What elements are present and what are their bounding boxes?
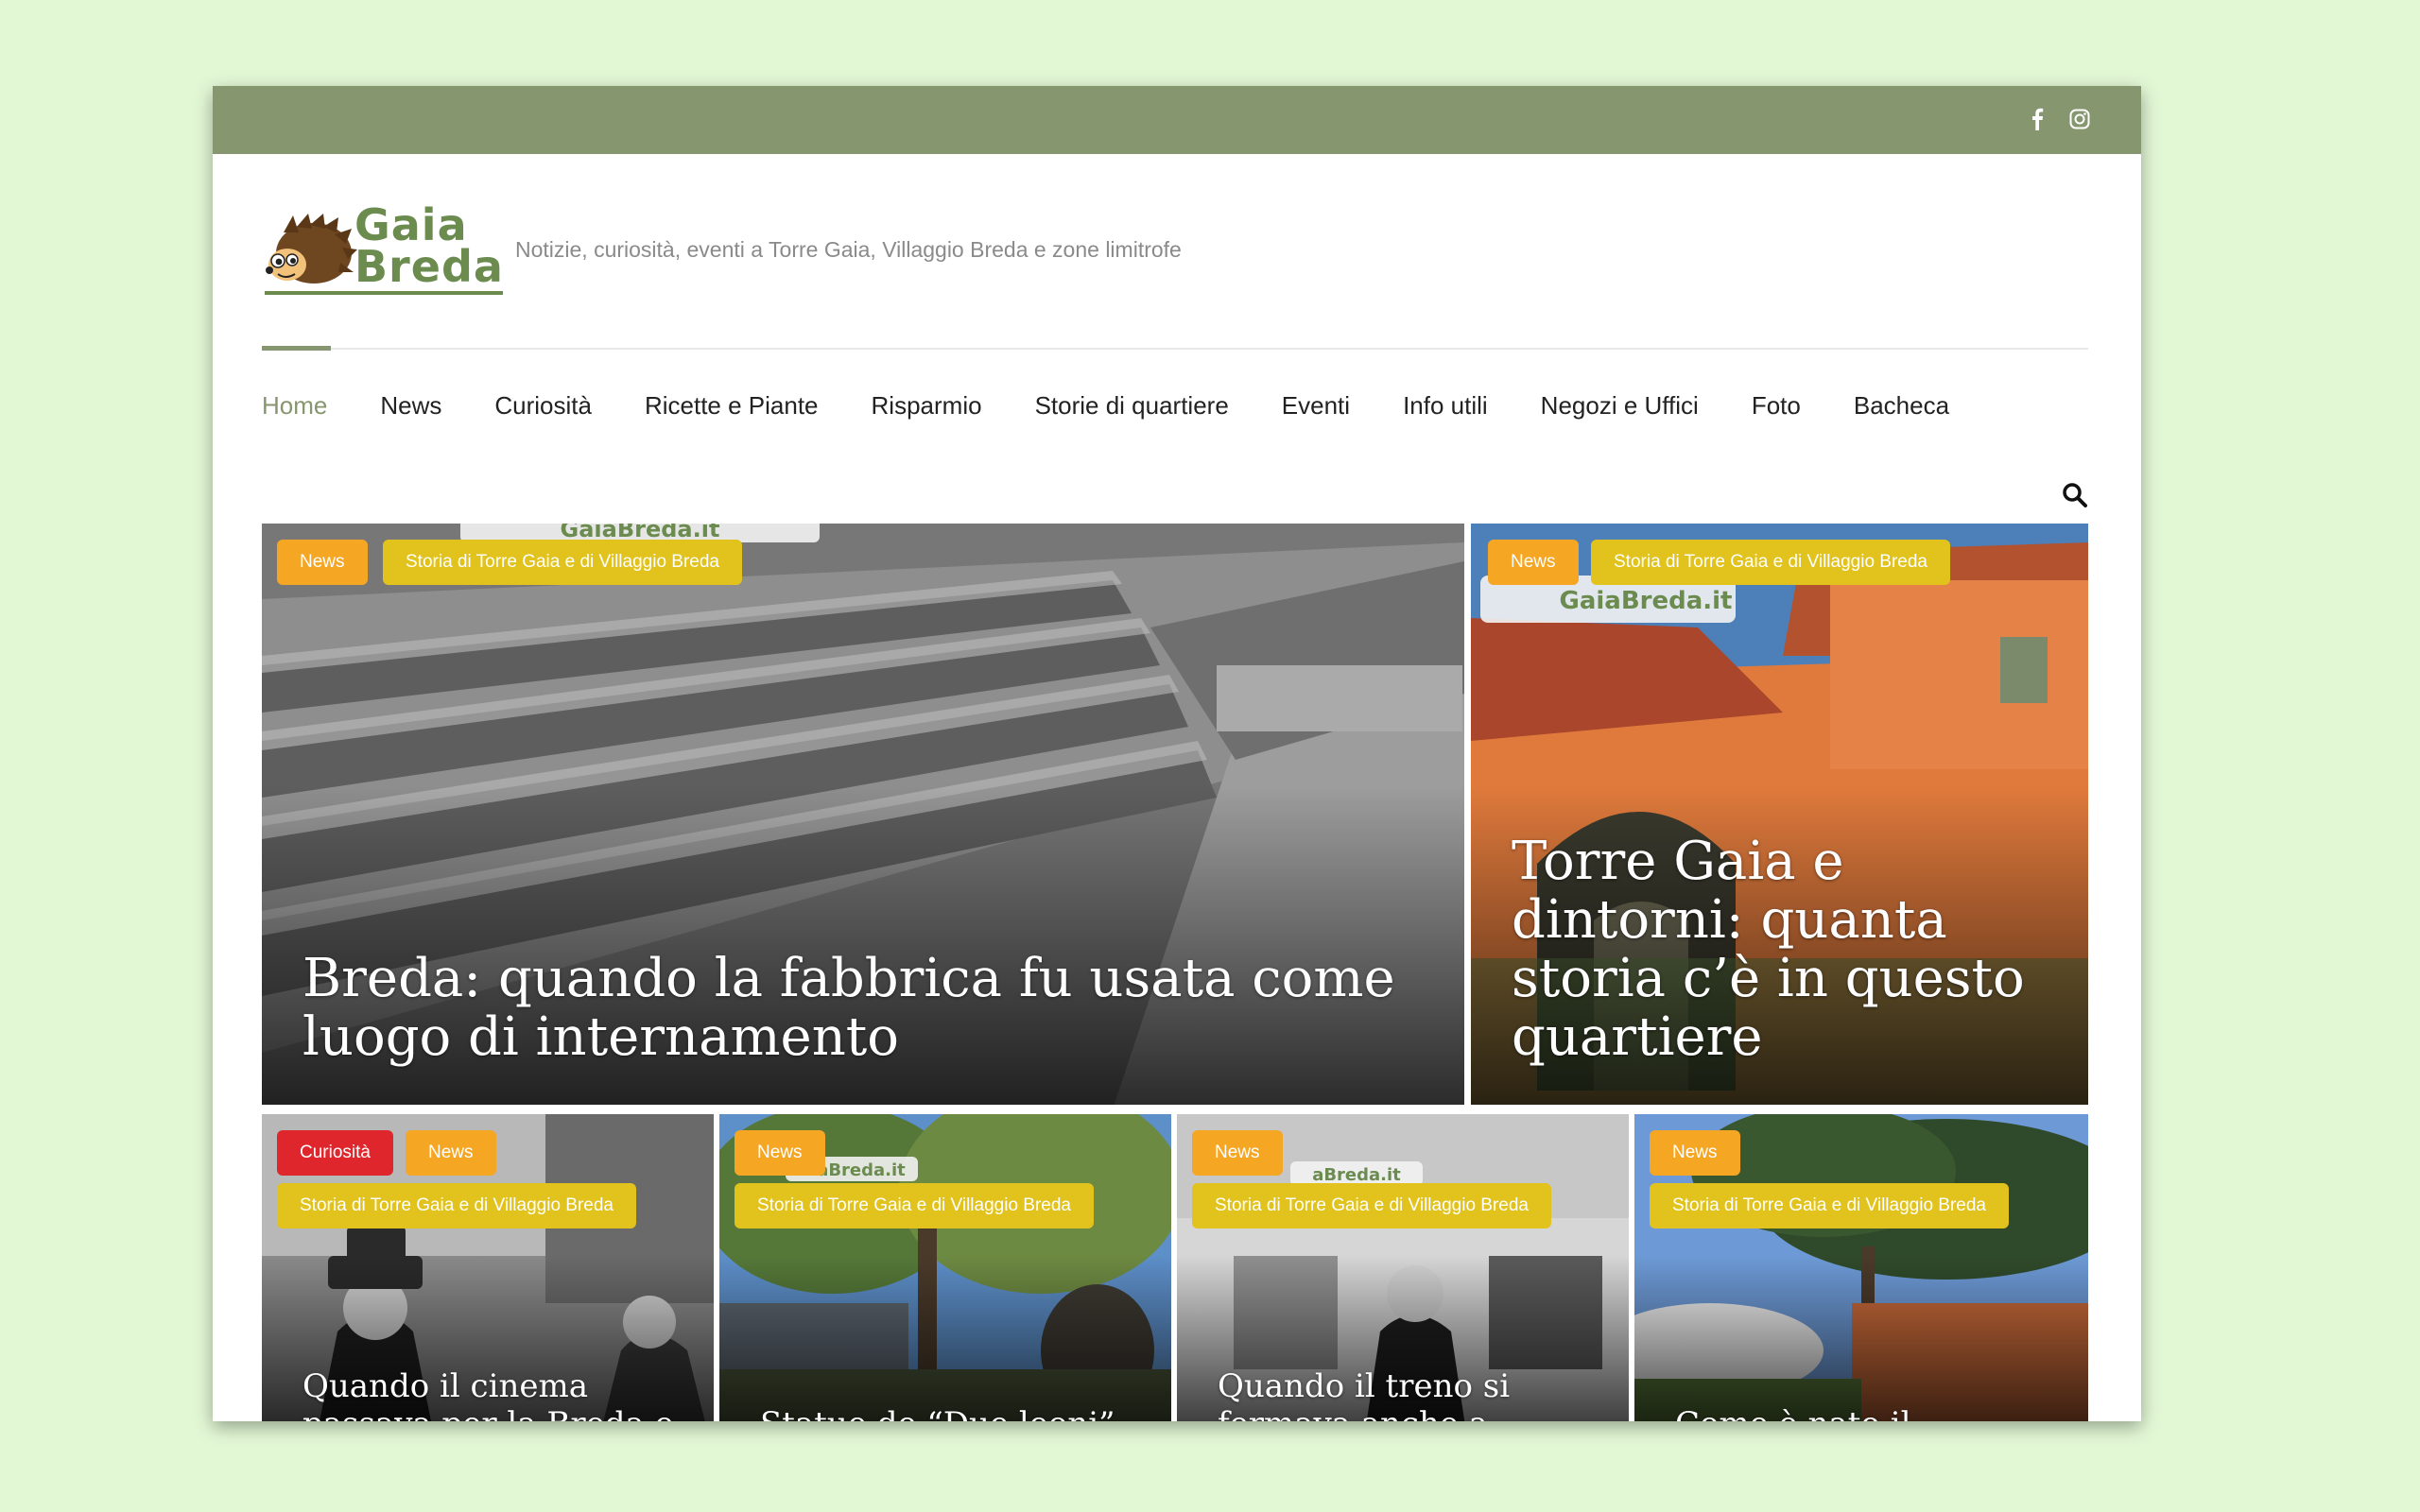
nav-item-storie-di-quartiere[interactable]: Storie di quartiere: [1035, 387, 1229, 424]
post-title[interactable]: Breda: quando la fabbrica fu usata come …: [302, 950, 1426, 1067]
tag-news[interactable]: News: [735, 1130, 825, 1176]
post-title[interactable]: Quando il cinema passava per la Breda e: [302, 1367, 685, 1421]
tag-curiosita[interactable]: Curiosità: [277, 1130, 393, 1176]
instagram-icon[interactable]: [2066, 105, 2094, 133]
main-nav: Home News Curiosità Ricette e Piante Ris…: [262, 387, 2002, 424]
tag-storia[interactable]: Storia di Torre Gaia e di Villaggio Bred…: [1650, 1183, 2009, 1228]
tag-storia[interactable]: Storia di Torre Gaia e di Villaggio Bred…: [1192, 1183, 1551, 1228]
site-tagline: Notizie, curiosità, eventi a Torre Gaia,…: [515, 237, 1182, 262]
watermark-text: aBreda.it: [817, 1160, 906, 1180]
nav-item-bacheca[interactable]: Bacheca: [1854, 387, 1949, 424]
nav-divider: [262, 348, 2088, 350]
hedgehog-logo-icon: [266, 214, 357, 284]
nav-item-curiosita[interactable]: Curiosità: [494, 387, 592, 424]
nav-item-foto[interactable]: Foto: [1752, 387, 1801, 424]
post-card-3[interactable]: aBreda.it News Storia di Torre Gaia e di…: [1177, 1114, 1629, 1421]
nav-active-indicator: [262, 346, 331, 351]
nav-item-risparmio[interactable]: Risparmio: [872, 387, 982, 424]
tag-news[interactable]: News: [1488, 540, 1579, 585]
facebook-icon[interactable]: [2023, 105, 2051, 133]
card-overlay: [1634, 1254, 2088, 1421]
post-title[interactable]: Torre Gaia e dintorni: quanta storia c’è…: [1512, 833, 2050, 1067]
nav-item-info-utili[interactable]: Info utili: [1403, 387, 1488, 424]
site-logo[interactable]: Gaia Breda: [265, 199, 504, 297]
nav-item-news[interactable]: News: [380, 387, 441, 424]
featured-post-card-1[interactable]: GaiaBreda.it News Storia di Torre Gaia e…: [262, 524, 1464, 1105]
top-bar: [213, 86, 2141, 154]
post-title[interactable]: Come è nato il Villaggio: [1675, 1405, 2050, 1421]
tag-storia[interactable]: Storia di Torre Gaia e di Villaggio Bred…: [1591, 540, 1950, 585]
tag-news[interactable]: News: [406, 1130, 496, 1176]
search-icon[interactable]: [2061, 481, 2089, 509]
post-title[interactable]: Statue de “Due leoni”, la: [760, 1405, 1133, 1421]
watermark-text: GaiaBreda.it: [1560, 587, 1733, 615]
nav-item-home[interactable]: Home: [262, 387, 327, 424]
post-title[interactable]: Quando il treno si fermava anche a Torre: [1218, 1367, 1572, 1421]
card-overlay: [719, 1254, 1171, 1421]
browser-page: Gaia Breda Notizie, curiosità, eventi a …: [213, 86, 2141, 1421]
post-card-2[interactable]: aBreda.it News Storia di Torre Gaia e di…: [719, 1114, 1171, 1421]
nav-item-eventi[interactable]: Eventi: [1282, 387, 1350, 424]
tag-storia[interactable]: Storia di Torre Gaia e di Villaggio Bred…: [735, 1183, 1094, 1228]
tag-news[interactable]: News: [1192, 1130, 1283, 1176]
post-card-1[interactable]: Curiosità News Storia di Torre Gaia e di…: [262, 1114, 714, 1421]
nav-item-ricette-e-piante[interactable]: Ricette e Piante: [645, 387, 819, 424]
nav-item-negozi-e-uffici[interactable]: Negozi e Uffici: [1541, 387, 1699, 424]
post-card-4[interactable]: News Storia di Torre Gaia e di Villaggio…: [1634, 1114, 2088, 1421]
logo-text: Gaia Breda: [354, 199, 504, 292]
logo-underline: [265, 291, 503, 295]
logo-text-line2: Breda: [354, 241, 504, 292]
watermark-text: aBreda.it: [1312, 1165, 1401, 1185]
tag-storia[interactable]: Storia di Torre Gaia e di Villaggio Bred…: [277, 1183, 636, 1228]
tag-storia[interactable]: Storia di Torre Gaia e di Villaggio Bred…: [383, 540, 742, 585]
tag-news[interactable]: News: [1650, 1130, 1740, 1176]
tag-news[interactable]: News: [277, 540, 368, 585]
featured-post-card-2[interactable]: GaiaBreda.it News Storia di Torre Gaia e…: [1471, 524, 2088, 1105]
logo-text-line1: Gaia: [354, 199, 468, 250]
